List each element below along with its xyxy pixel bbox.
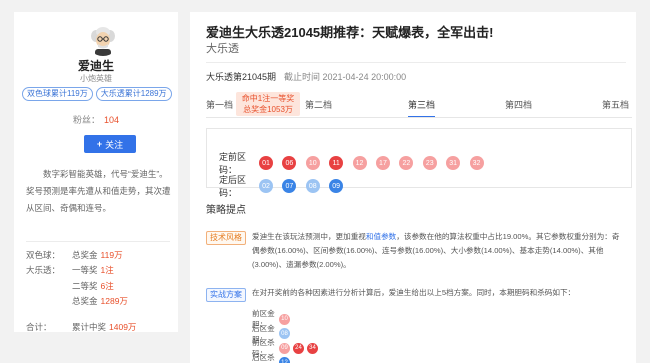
front-ball: 31	[446, 156, 461, 170]
solution-row-back-kill: 后区杀码： 12	[252, 353, 321, 363]
back-ball: 02	[259, 179, 273, 193]
stat-value: 1289万	[100, 296, 128, 307]
divider	[26, 241, 170, 242]
front-ball: 12	[352, 156, 367, 170]
tag-dlt-total: 大乐透累计1289万	[95, 87, 172, 101]
stat-value: 119万	[100, 249, 123, 260]
solution-ball: 24	[293, 342, 304, 354]
tech-text-highlight: 和值参数	[365, 232, 397, 241]
front-ball: 22	[399, 156, 414, 170]
tabs-divider	[206, 117, 632, 118]
solution-ball: 08	[279, 328, 290, 340]
tab-tier-1[interactable]: 第一档	[206, 98, 233, 111]
tab-tier-2[interactable]: 第二档	[305, 98, 332, 111]
fans-count: 粉丝： 104	[14, 113, 178, 126]
inventor-avatar-icon	[86, 22, 120, 56]
back-zone-row: 定后区码： 02 07 08 09	[219, 173, 353, 199]
stat-row-dlt-total: 总奖金 1289万	[26, 294, 176, 310]
solution-ball: 09	[279, 342, 290, 354]
solution-rows: 前区金胆： 10 后区金胆： 08 前区杀码： 09 24 34 后区杀码： 1…	[252, 309, 321, 363]
front-ball: 01	[259, 156, 273, 170]
solution-ball: 10	[279, 313, 290, 325]
article-category: 大乐透	[206, 43, 239, 55]
solution-ball: 34	[307, 342, 318, 354]
profile-bio: 数字彩智能英雄，代号“爱迪生”。奖号预测是率先遭从和值走势，其次遭从区间、奇偶和…	[26, 169, 171, 213]
front-ball: 32	[469, 156, 484, 170]
stat-row-dlt-second: 二等奖 6注	[26, 278, 176, 294]
solution-ball: 12	[279, 357, 290, 363]
stat-row-ssq-total: 双色球： 总奖金 119万	[26, 247, 176, 263]
stat-row-dlt-first: 大乐透： 一等奖 1注	[26, 263, 176, 279]
tab-tier-3[interactable]: 第三档	[408, 98, 435, 111]
stat-name: 二等奖	[72, 280, 98, 291]
front-ball: 06	[282, 156, 297, 170]
stat-value: 6注	[100, 280, 114, 291]
article-title: 爱迪生大乐透21045期推荐：天赋爆表，全军出击!	[206, 25, 494, 40]
profile-card: 爱迪生 小炮英雄 双色球累计119万 大乐透累计1289万 粉丝： 104 + 关…	[14, 12, 178, 332]
tech-text-part: 爱迪生在该玩法预测中，更加重视	[252, 232, 366, 241]
profile-name: 爱迪生	[77, 59, 114, 73]
solution-text: 在对开奖前的各种因素进行分析计算后，爱迪生给出以上5档方案。同时，本期胆码和杀码…	[252, 288, 576, 297]
strategy-heading: 策略提点	[206, 205, 246, 216]
issue-number: 大乐透第21045期	[206, 72, 277, 82]
follow-button[interactable]: + 关注	[84, 135, 136, 153]
tech-style-tag: 技术风格	[206, 231, 246, 245]
front-ball: 23	[422, 156, 437, 170]
profile-tags: 双色球累计119万 大乐透累计1289万	[22, 87, 172, 101]
solution-tag: 实战方案	[206, 288, 246, 302]
stat-name: 累计中奖	[72, 321, 107, 332]
tab-tier-5[interactable]: 第五档	[602, 98, 629, 111]
back-ball: 09	[329, 179, 344, 193]
stat-name: 总奖金	[72, 296, 98, 307]
profile-rank: 小炮英雄	[80, 74, 112, 83]
prize-badge-line: 命中1注一等奖	[241, 94, 295, 103]
solution-label: 后区杀码：	[252, 352, 275, 362]
front-ball: 17	[375, 156, 390, 170]
fans-number: 104	[103, 115, 120, 125]
front-ball: 10	[305, 156, 320, 170]
front-ball: 11	[329, 156, 344, 170]
follow-label: 关注	[105, 139, 124, 150]
plus-icon: +	[96, 139, 103, 149]
stat-value: 1409万	[109, 321, 137, 332]
prize-badge-line: 总奖金1053万	[243, 105, 293, 114]
stat-label: 合计：	[26, 321, 52, 332]
tech-style-text: 爱迪生在该玩法预测中，更加重视和值参数，该参数在他的算法权重中占比19.00%。…	[252, 230, 624, 272]
stat-row-grand-total: 合计： 累计中奖 1409万	[26, 319, 176, 335]
numbers-box: 定前区码： 01 06 10 11 12 17 22 23 31 32 定后区码…	[206, 128, 632, 198]
stat-name: 总奖金	[72, 249, 98, 260]
deadline: 截止时间 2021-04-24 20:00:00	[284, 72, 407, 82]
tag-ssq-total: 双色球累计119万	[22, 87, 93, 101]
back-ball: 08	[305, 179, 320, 193]
back-ball: 07	[282, 179, 297, 193]
divider	[206, 62, 626, 63]
stat-name: 一等奖	[72, 265, 98, 276]
article-card: 爱迪生大乐透21045期推荐：天赋爆表，全军出击! 大乐透 大乐透第21045期…	[190, 12, 636, 363]
stat-label: 大乐透：	[26, 265, 61, 276]
stat-value: 1注	[100, 265, 114, 276]
tab-tier-4[interactable]: 第四档	[505, 98, 532, 111]
avatar[interactable]	[86, 22, 120, 56]
fans-label: 粉丝：	[72, 115, 100, 125]
stat-label: 双色球：	[26, 249, 61, 260]
back-zone-label: 定后区码：	[219, 175, 247, 198]
prize-badge: 命中1注一等奖 总奖金1053万	[236, 92, 300, 116]
issue-info: 大乐透第21045期 截止时间 2021-04-24 20:00:00	[206, 70, 406, 83]
profile-stats: 双色球： 总奖金 119万 大乐透： 一等奖 1注 二等奖 6注 总奖金 128…	[26, 247, 176, 335]
